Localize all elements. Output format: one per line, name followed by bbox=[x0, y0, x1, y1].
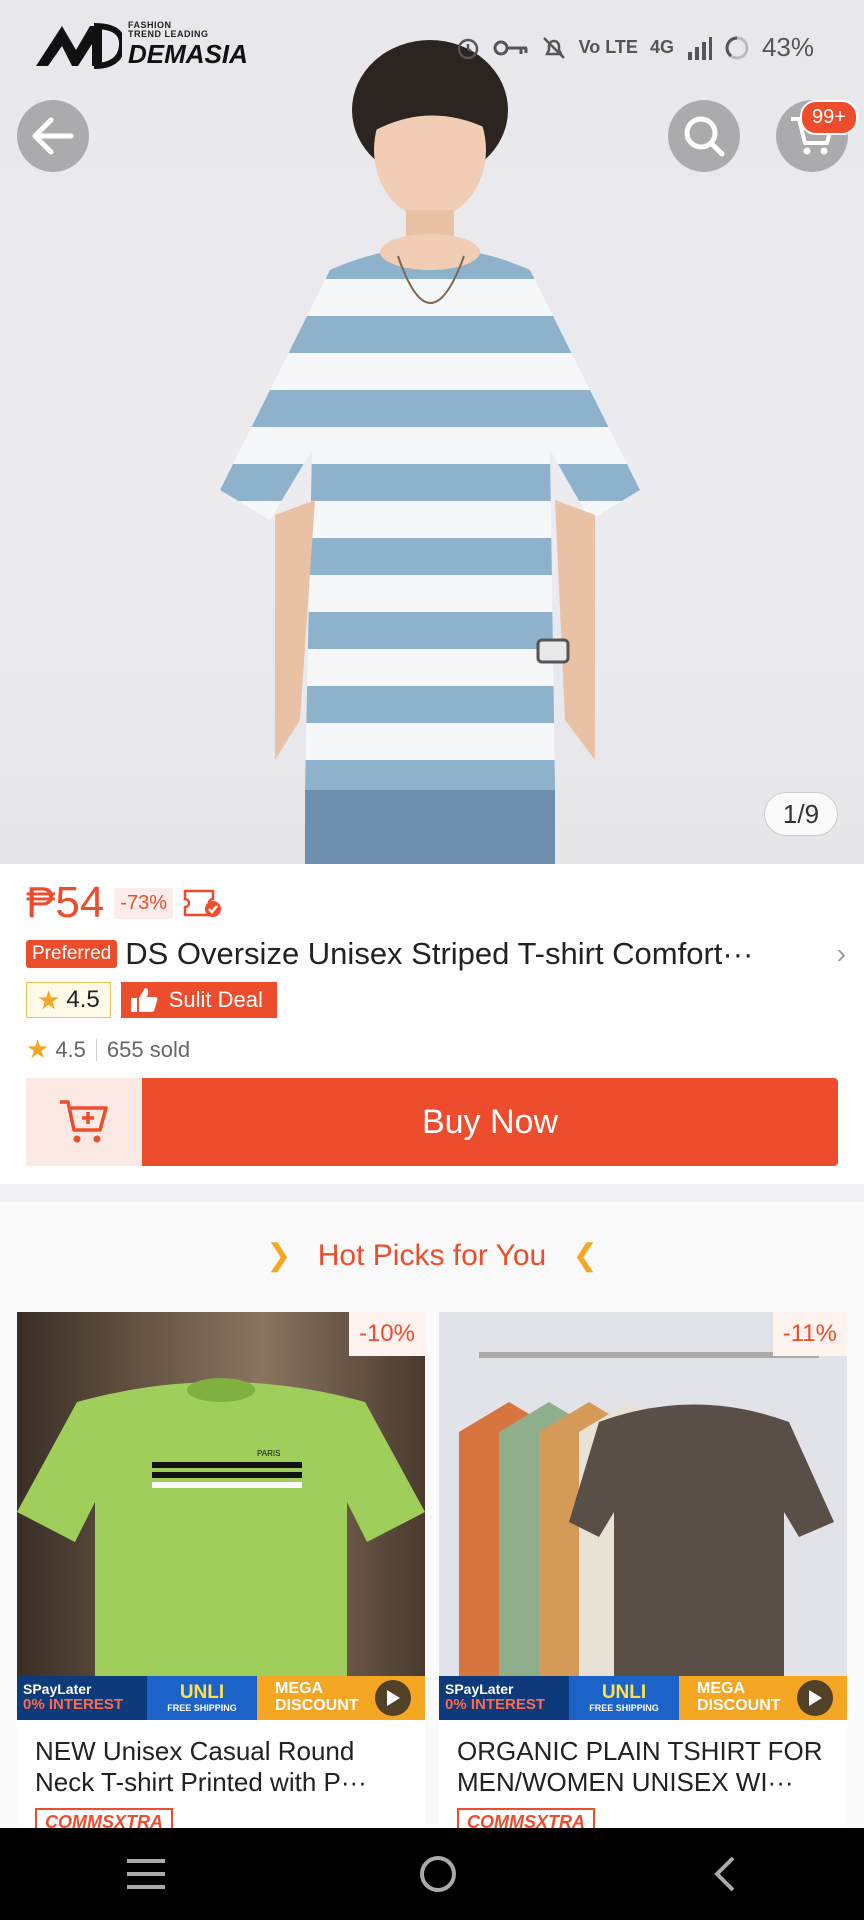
play-video-button[interactable] bbox=[375, 1680, 411, 1716]
spaylater-label: SPayLater bbox=[445, 1681, 514, 1698]
interest-label: 0% INTEREST bbox=[23, 1696, 124, 1714]
mute-bell-icon bbox=[542, 36, 565, 59]
rating-badge-value: 4.5 bbox=[66, 986, 100, 1013]
rating-value: 4.5 bbox=[55, 1036, 86, 1062]
product-card[interactable]: -11% SPayLater 0% INTEREST UNLI FREE SHIPP… bbox=[439, 1312, 847, 1852]
product-page: FASHION TREND LEADING DEMASIA Vo LTE 4G … bbox=[0, 0, 864, 1920]
menu-icon[interactable] bbox=[125, 1857, 167, 1891]
search-icon bbox=[684, 116, 725, 157]
product-card-title: NEW Unisex Casual Round Neck T-shirt Pri… bbox=[35, 1736, 367, 1798]
squiggle-left-icon: ❯ bbox=[266, 1239, 292, 1272]
search-button[interactable] bbox=[668, 100, 740, 172]
home-icon[interactable] bbox=[418, 1854, 458, 1894]
brand-logo: FASHION TREND LEADING DEMASIA bbox=[32, 16, 248, 72]
network-type: 4G bbox=[649, 37, 674, 57]
cart-count-badge: 99+ bbox=[800, 100, 858, 135]
sulit-deal-badge: Sulit Deal bbox=[120, 982, 277, 1018]
product-title: DS Oversize Unisex Striped T-shirt Comfo… bbox=[125, 936, 754, 971]
plain-tshirts-photo bbox=[459, 1352, 834, 1692]
buy-now-button[interactable]: Buy Now bbox=[142, 1078, 838, 1166]
play-icon bbox=[809, 1690, 822, 1706]
product-card-image: PARIS bbox=[17, 1312, 425, 1720]
card-discount-badge: -11% bbox=[772, 1312, 847, 1356]
volte-indicator: Vo LTE bbox=[578, 37, 638, 57]
key-icon bbox=[493, 40, 528, 55]
thumbs-up-icon bbox=[130, 988, 158, 1012]
brand-tagline-2: TREND LEADING bbox=[128, 29, 209, 39]
play-video-button[interactable] bbox=[797, 1680, 833, 1716]
unli-label: UNLI bbox=[179, 1681, 225, 1703]
preferred-badge: Preferred bbox=[26, 940, 118, 968]
hot-picks-title: Hot Picks for You bbox=[317, 1239, 547, 1272]
divider bbox=[95, 1038, 97, 1061]
card-discount-badge: -10% bbox=[348, 1312, 425, 1356]
star-icon: ★ bbox=[26, 1034, 50, 1064]
voucher-icon[interactable] bbox=[183, 887, 223, 919]
brand-name: DEMASIA bbox=[128, 39, 248, 69]
status-bar: Vo LTE 4G 43% bbox=[455, 32, 814, 63]
battery-icon bbox=[725, 36, 749, 59]
nav-back-icon[interactable] bbox=[709, 1854, 739, 1894]
rating-badge: ★ 4.5 bbox=[26, 982, 111, 1018]
shirt-print-text: PARIS bbox=[257, 1449, 280, 1458]
arrow-left-icon bbox=[32, 117, 74, 155]
product-photo bbox=[220, 40, 640, 864]
chevron-right-icon: › bbox=[836, 938, 846, 969]
play-icon bbox=[387, 1690, 400, 1706]
promo-banner: SPayLater 0% INTEREST UNLI FREE SHIPPING M… bbox=[439, 1676, 847, 1720]
alarm-icon bbox=[457, 38, 478, 59]
product-title-row[interactable]: Preferred DS Oversize Unisex Striped T-s… bbox=[26, 936, 846, 972]
system-nav-bar bbox=[0, 1828, 864, 1920]
brand-logo-icon bbox=[36, 23, 122, 69]
promo-banner: SPayLater 0% INTEREST UNLI FREE SHIPPING M… bbox=[17, 1676, 425, 1720]
back-button[interactable] bbox=[17, 100, 89, 172]
add-cart-icon bbox=[60, 1100, 108, 1143]
hot-picks-section: ❯ Hot Picks for You ❮ PARIS -10% SPayLat… bbox=[0, 1202, 864, 1852]
hot-picks-title-row: ❯ Hot Picks for You ❮ bbox=[0, 1238, 864, 1273]
star-icon: ★ bbox=[37, 984, 61, 1015]
battery-percent: 43% bbox=[761, 32, 814, 62]
rating-sold-row[interactable]: ★ 4.5 655 sold bbox=[26, 1034, 190, 1065]
free-shipping-label: FREE SHIPPING bbox=[589, 1702, 659, 1713]
sold-count: 655 sold bbox=[106, 1036, 191, 1062]
green-tshirt-photo: PARIS bbox=[17, 1378, 425, 1692]
product-image-carousel[interactable]: FASHION TREND LEADING DEMASIA Vo LTE 4G … bbox=[0, 0, 864, 864]
free-shipping-label: FREE SHIPPING bbox=[167, 1702, 237, 1713]
signal-icon bbox=[687, 36, 712, 60]
image-counter: 1/9 bbox=[764, 792, 838, 836]
discount-badge: -73% bbox=[114, 887, 173, 919]
interest-label: 0% INTEREST bbox=[445, 1696, 546, 1714]
unli-label: UNLI bbox=[601, 1681, 647, 1703]
product-price: ₱54 bbox=[26, 878, 105, 927]
product-info: ₱54 -73% Preferred DS Oversize Unisex St… bbox=[0, 864, 864, 1184]
squiggle-right-icon: ❮ bbox=[572, 1239, 598, 1272]
spaylater-label: SPayLater bbox=[23, 1681, 92, 1698]
product-card[interactable]: PARIS -10% SPayLater 0% INTEREST UNLI FREE… bbox=[17, 1312, 425, 1852]
sulit-deal-label: Sulit Deal bbox=[168, 987, 263, 1012]
product-card-image bbox=[439, 1312, 847, 1720]
product-card-title: ORGANIC PLAIN TSHIRT FOR MEN/WOMEN UNISE… bbox=[457, 1736, 823, 1798]
add-to-cart-button[interactable] bbox=[26, 1078, 142, 1166]
